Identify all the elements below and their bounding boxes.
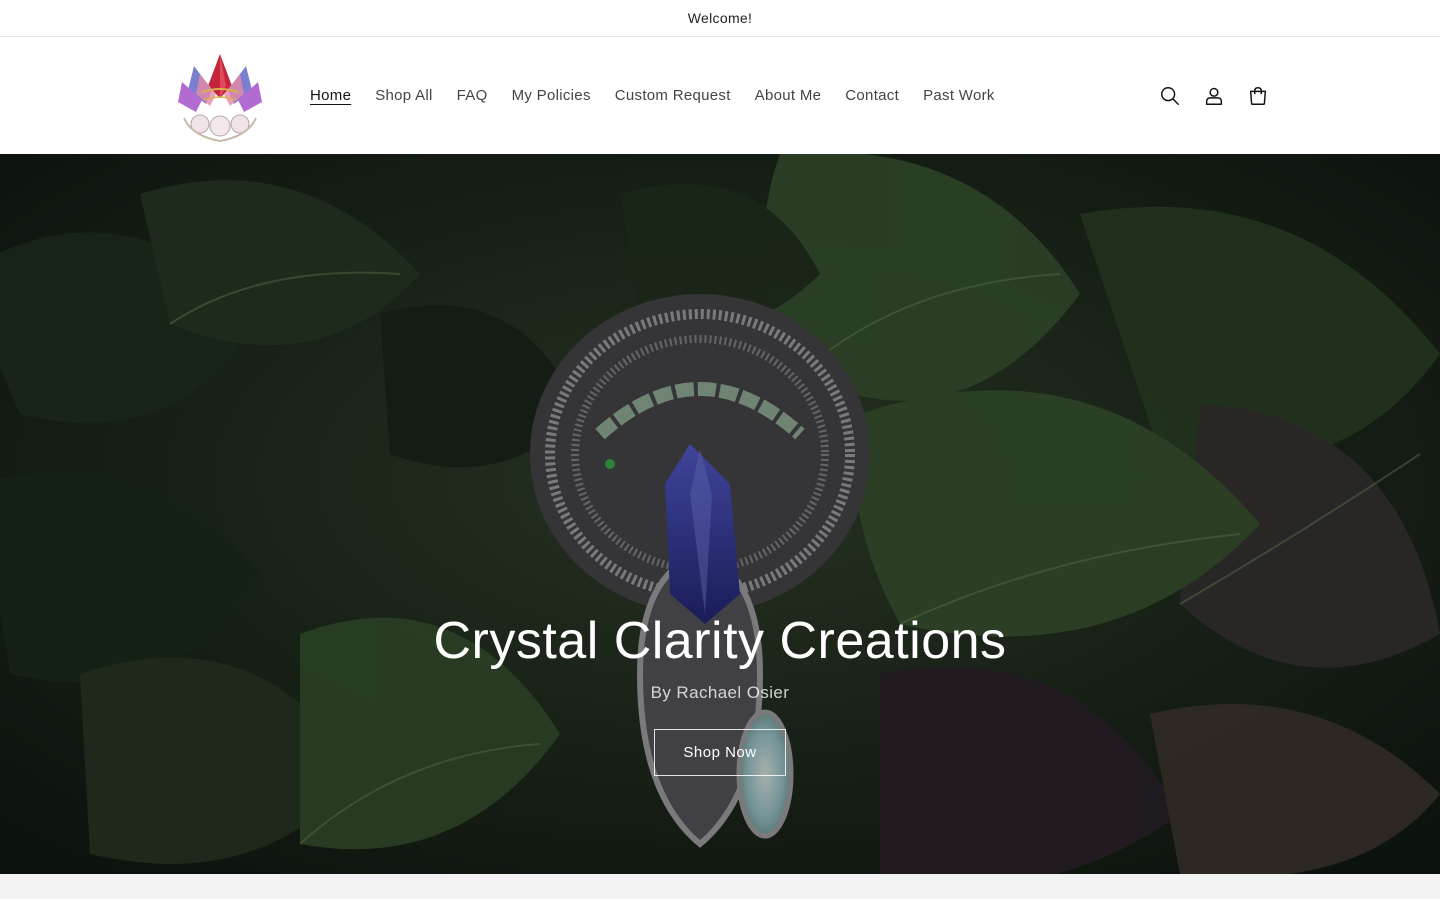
announcement-bar: Welcome!	[0, 0, 1440, 37]
site-logo[interactable]	[170, 46, 270, 146]
account-button[interactable]	[1192, 74, 1236, 118]
hero-banner: Crystal Clarity Creations By Rachael Osi…	[0, 154, 1440, 874]
nav-link-custom-request[interactable]: Custom Request	[603, 81, 743, 110]
account-icon	[1205, 87, 1223, 105]
cart-button[interactable]	[1236, 74, 1280, 118]
hero-title: Crystal Clarity Creations	[433, 612, 1007, 670]
nav-link-contact[interactable]: Contact	[833, 81, 911, 110]
nav-link-past-work[interactable]: Past Work	[911, 81, 1007, 110]
shop-now-button[interactable]: Shop Now	[654, 729, 786, 776]
search-icon	[1161, 86, 1179, 105]
announcement-text: Welcome!	[687, 10, 753, 26]
nav-link-home[interactable]: Home	[298, 81, 363, 110]
site-header: Home Shop All FAQ My Policies Custom Req…	[0, 37, 1440, 154]
cart-icon	[1249, 86, 1267, 105]
nav-link-my-policies[interactable]: My Policies	[500, 81, 603, 110]
nav-link-faq[interactable]: FAQ	[445, 81, 500, 110]
nav-link-shop-all[interactable]: Shop All	[363, 81, 444, 110]
search-button[interactable]	[1148, 74, 1192, 118]
header-icons	[1148, 37, 1280, 154]
nav-link-about-me[interactable]: About Me	[743, 81, 834, 110]
hero-subtitle: By Rachael Osier	[650, 683, 790, 702]
hero-content: Crystal Clarity Creations By Rachael Osi…	[0, 609, 1440, 776]
next-section-edge	[0, 874, 1440, 899]
main-nav: Home Shop All FAQ My Policies Custom Req…	[298, 81, 1007, 110]
